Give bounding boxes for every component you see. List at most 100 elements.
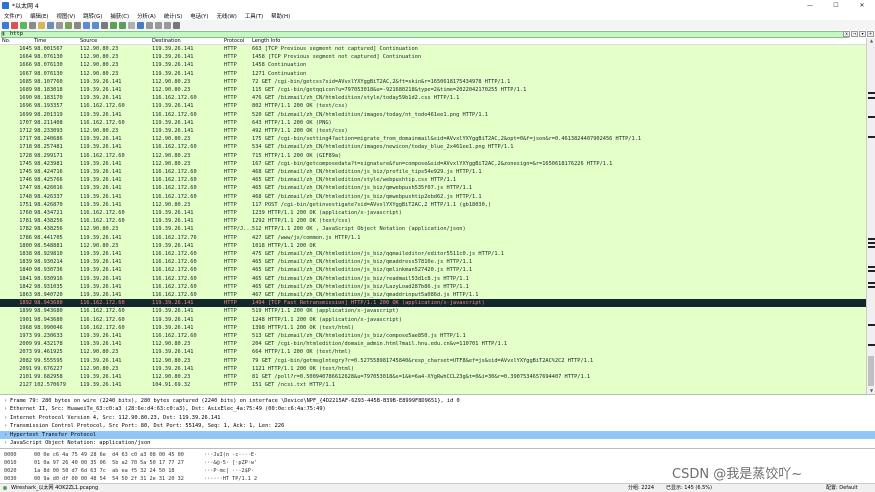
scroll-up-icon[interactable]: ▲ xyxy=(867,38,875,44)
packet-row[interactable]: 1712 98.233093 112.90.80.23 119.39.26.141 HT… xyxy=(0,127,866,135)
menu-analyze[interactable]: 分析(A) xyxy=(133,12,160,20)
bytes-ascii[interactable]: ···JuI(n ·c····E· xyxy=(204,451,257,459)
capture-options-icon[interactable] xyxy=(29,21,36,29)
reload-icon[interactable] xyxy=(65,21,72,29)
menu-wireless[interactable]: 无线(W) xyxy=(213,12,241,20)
capture-status-icon[interactable] xyxy=(3,484,7,492)
column-header-time[interactable]: Time xyxy=(34,38,78,45)
menu-telephony[interactable]: 电话(Y) xyxy=(186,12,212,20)
last-packet-icon[interactable] xyxy=(119,21,126,29)
filter-apply-button[interactable]: → xyxy=(851,31,858,37)
filter-dropdown-button[interactable]: ▾ xyxy=(859,31,866,37)
packet-row[interactable]: 1747 98.426016 119.39.26.141 116.162.172.60… xyxy=(0,184,866,192)
column-header-no[interactable]: No. xyxy=(2,38,32,45)
bytes-ascii[interactable]: ······HT TP/1.1 2 xyxy=(204,475,257,483)
packet-row[interactable]: 1664 98.076130 112.90.80.23 119.39.26.141 HT… xyxy=(0,53,866,61)
display-filter-input[interactable]: http xyxy=(1,30,849,38)
packet-row[interactable]: 2082 99.555595 119.39.26.141 112.90.80.23 HT… xyxy=(0,357,866,365)
packet-row[interactable]: 2091 99.676227 112.90.80.23 119.39.26.141 HT… xyxy=(0,365,866,373)
packet-row[interactable]: 1745 98.423981 119.39.26.141 112.90.80.23 HT… xyxy=(0,160,866,168)
packet-row[interactable]: 1968 98.990046 116.162.172.60 119.39.26.141… xyxy=(0,324,866,332)
packet-row[interactable]: 1667 98.076130 112.90.80.23 119.39.26.141 HT… xyxy=(0,70,866,78)
start-capture-icon[interactable] xyxy=(2,21,9,29)
go-back-icon[interactable] xyxy=(83,21,90,29)
packet-row[interactable]: 1751 98.426870 119.39.26.141 112.90.80.23 HT… xyxy=(0,201,866,209)
go-to-packet-icon[interactable] xyxy=(101,21,108,29)
add-filter-button[interactable]: + xyxy=(867,31,874,37)
column-header-destination[interactable]: Destination xyxy=(152,38,222,45)
packet-row[interactable]: 1760 98.434721 116.162.172.60 119.39.26.141… xyxy=(0,209,866,217)
restart-capture-icon[interactable] xyxy=(20,21,27,29)
packet-row[interactable]: 1863 98.940720 119.39.26.141 116.162.172.60… xyxy=(0,291,866,299)
close-button[interactable]: ✕ xyxy=(849,0,875,11)
packet-row[interactable]: 1707 98.211408 116.162.172.60 119.39.26.141… xyxy=(0,119,866,127)
find-packet-icon[interactable] xyxy=(74,21,81,29)
filter-bookmark-icon[interactable]: ▮ xyxy=(2,31,7,37)
packet-row[interactable]: 2073 99.461925 112.90.80.23 119.39.26.141 HT… xyxy=(0,348,866,356)
menu-go[interactable]: 跳转(G) xyxy=(79,12,106,20)
menu-file[interactable]: 文件(F) xyxy=(0,12,26,20)
column-header-source[interactable]: Source xyxy=(80,38,150,45)
packet-row[interactable]: 2009 99.432178 119.39.26.141 112.90.80.23 HT… xyxy=(0,340,866,348)
maximize-button[interactable]: ☐ xyxy=(823,0,849,11)
menu-help[interactable]: 帮助(H) xyxy=(267,12,294,20)
first-packet-icon[interactable] xyxy=(110,21,117,29)
filter-clear-button[interactable]: x xyxy=(843,31,850,37)
go-forward-icon[interactable] xyxy=(92,21,99,29)
packet-row[interactable]: 1841 98.930916 119.39.26.141 116.162.172.60… xyxy=(0,275,866,283)
packet-row[interactable]: 1839 98.930214 119.39.26.141 116.162.172.60… xyxy=(0,258,866,266)
detail-tree-item[interactable]: › JavaScript Object Notation: application… xyxy=(0,439,875,447)
menu-tools[interactable]: 工具(T) xyxy=(241,12,267,20)
close-file-icon[interactable] xyxy=(56,21,63,29)
packet-row[interactable]: 1689 98.183018 119.39.26.141 112.90.80.23 HT… xyxy=(0,86,866,94)
packet-row[interactable]: 1782 98.438256 112.90.80.23 119.39.26.141 HT… xyxy=(0,225,866,233)
column-header-length-info[interactable]: Length Info xyxy=(252,38,352,45)
packet-row[interactable]: 1842 98.931035 119.39.26.141 116.162.172.60… xyxy=(0,283,866,291)
packet-row[interactable]: 1718 98.257481 119.39.26.141 116.162.172.60… xyxy=(0,143,866,151)
bytes-offset[interactable]: 0020 xyxy=(4,467,17,475)
selected-packet-row[interactable]: 1892 98.943680 116.162.172.60 119.39.26.141… xyxy=(0,299,866,308)
packet-row[interactable]: 1745 98.424716 119.39.26.141 116.162.172.60… xyxy=(0,168,866,176)
zoom-in-icon[interactable] xyxy=(146,21,153,29)
packet-row[interactable]: 1685 98.107760 119.39.26.141 112.90.80.23 HT… xyxy=(0,78,866,86)
packet-row[interactable]: 1901 98.943680 116.162.172.60 119.39.26.141… xyxy=(0,316,866,324)
detail-tree-item[interactable]: › Hypertext Transfer Protocol xyxy=(0,430,875,439)
packet-row[interactable]: 1645 98.001567 112.90.80.23 119.39.26.141 HT… xyxy=(0,45,866,53)
bytes-hex[interactable]: 01 0a 97 26 40 00 35 06 5b a2 70 5a 50 1… xyxy=(34,459,184,467)
open-file-icon[interactable] xyxy=(38,21,45,29)
bytes-offset[interactable]: 0010 xyxy=(4,459,17,467)
packet-list-scrollbar[interactable]: ▲ ▼ xyxy=(866,38,875,394)
colorize-icon[interactable] xyxy=(137,21,144,29)
bytes-offset[interactable]: 0000 xyxy=(4,451,17,459)
normal-size-icon[interactable] xyxy=(164,21,171,29)
packet-row[interactable]: 1717 98.240686 119.39.26.141 112.90.80.23 HT… xyxy=(0,135,866,143)
menu-edit[interactable]: 编辑(E) xyxy=(26,12,52,20)
bytes-ascii[interactable]: ···P·mc| ···2$P· xyxy=(204,467,254,475)
menu-statistics[interactable]: 统计(S) xyxy=(160,12,186,20)
packet-row[interactable]: 1748 98.426337 119.39.26.141 116.162.172.60… xyxy=(0,193,866,201)
menu-capture[interactable]: 捕获(C) xyxy=(106,12,133,20)
packet-row[interactable]: 1838 98.929810 119.39.26.141 116.162.172.60… xyxy=(0,250,866,258)
packet-row[interactable]: 1786 98.441705 119.39.26.141 116.162.172.76… xyxy=(0,234,866,242)
packet-row[interactable]: 1899 98.943680 116.162.172.60 119.39.26.141… xyxy=(0,307,866,315)
zoom-out-icon[interactable] xyxy=(155,21,162,29)
packet-row[interactable]: 1666 98.076130 112.90.80.23 119.39.26.141 HT… xyxy=(0,61,866,69)
packet-row[interactable]: 1699 98.201319 119.39.26.141 116.162.172.60… xyxy=(0,111,866,119)
minimize-button[interactable]: — xyxy=(797,0,823,11)
bytes-hex[interactable]: 1a 8d 00 50 d7 6d 63 7c ab ea f5 32 24 5… xyxy=(34,467,175,475)
packet-row[interactable]: 2101 99.682958 119.39.26.141 112.90.80.23 HT… xyxy=(0,373,866,381)
bytes-offset[interactable]: 0030 xyxy=(4,475,17,483)
bytes-ascii[interactable]: ···&@·5· [·pZP·w' xyxy=(204,459,257,467)
status-profile[interactable]: 配置: Default xyxy=(826,484,858,492)
packet-row[interactable]: 1696 98.193357 116.162.172.60 119.39.26.141… xyxy=(0,102,866,110)
autoscroll-icon[interactable] xyxy=(128,21,135,29)
packet-row[interactable]: 1746 98.425766 119.39.26.141 116.162.172.60… xyxy=(0,176,866,184)
detail-tree-item[interactable]: › Frame 79: 280 bytes on wire (2240 bits)… xyxy=(0,397,875,405)
packet-row[interactable]: 2127 102.570679 119.39.26.141 104.91.69.32 H… xyxy=(0,381,866,389)
packet-row[interactable]: 1840 98.930736 119.39.26.141 116.162.172.60… xyxy=(0,266,866,274)
packet-row[interactable]: 1690 98.183170 119.39.26.141 116.162.172.60… xyxy=(0,94,866,102)
detail-tree-item[interactable]: › Internet Protocol Version 4, Src: 112.9… xyxy=(0,414,875,422)
column-header-protocol[interactable]: Protocol xyxy=(224,38,252,45)
resize-columns-icon[interactable] xyxy=(173,21,180,29)
scroll-thumb[interactable] xyxy=(868,356,874,386)
